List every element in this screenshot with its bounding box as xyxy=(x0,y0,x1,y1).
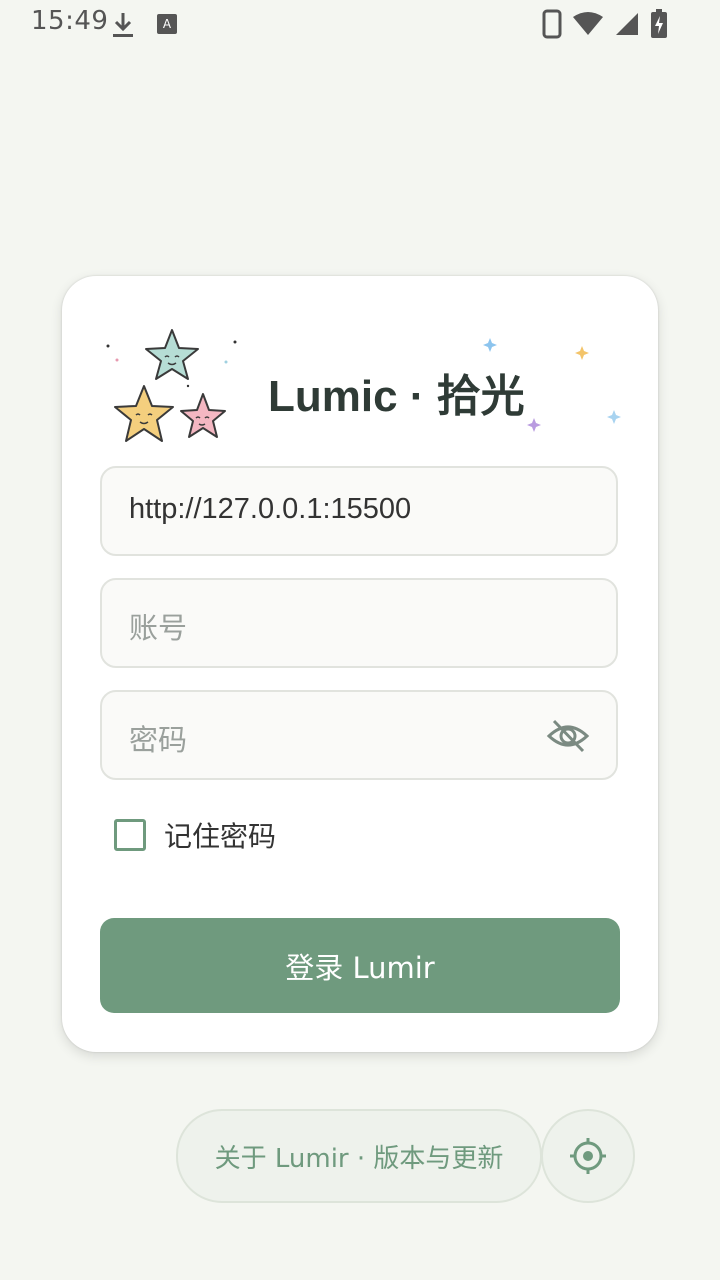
svg-text:A: A xyxy=(163,17,172,31)
password-placeholder[interactable]: 密码 xyxy=(129,717,187,759)
password-field[interactable]: 密码 xyxy=(100,690,618,780)
app-title: Lumic · 拾光 xyxy=(268,372,525,421)
stars-logo-icon xyxy=(106,329,237,442)
login-button-label: 登录 Lumir xyxy=(285,950,435,985)
status-icons xyxy=(542,8,668,40)
about-button-label: 关于 Lumir · 版本与更新 xyxy=(214,1143,504,1174)
status-bar: 15:49 A xyxy=(0,0,720,48)
remember-label[interactable]: 记住密码 xyxy=(164,815,276,855)
remember-checkbox[interactable] xyxy=(114,819,146,851)
battery-charging-icon xyxy=(651,9,667,38)
phone-icon xyxy=(542,9,562,39)
eye-off-icon[interactable] xyxy=(546,716,590,756)
account-placeholder[interactable]: 账号 xyxy=(129,605,187,647)
server-url-field[interactable]: http://127.0.0.1:15500 xyxy=(100,466,618,556)
about-button[interactable]: 关于 Lumir · 版本与更新 xyxy=(176,1109,542,1203)
remember-password[interactable]: 记住密码 xyxy=(114,815,276,855)
gear-icon xyxy=(570,1138,606,1174)
settings-button[interactable] xyxy=(541,1109,635,1203)
status-time: 15:49 xyxy=(31,6,109,36)
wifi-icon xyxy=(573,12,603,35)
download-icon xyxy=(113,13,133,37)
server-url-value[interactable]: http://127.0.0.1:15500 xyxy=(129,493,411,526)
a-badge-icon: A xyxy=(157,14,177,34)
account-field[interactable]: 账号 xyxy=(100,578,618,668)
login-button[interactable]: 登录 Lumir xyxy=(100,918,620,1013)
signal-icon xyxy=(616,13,638,35)
